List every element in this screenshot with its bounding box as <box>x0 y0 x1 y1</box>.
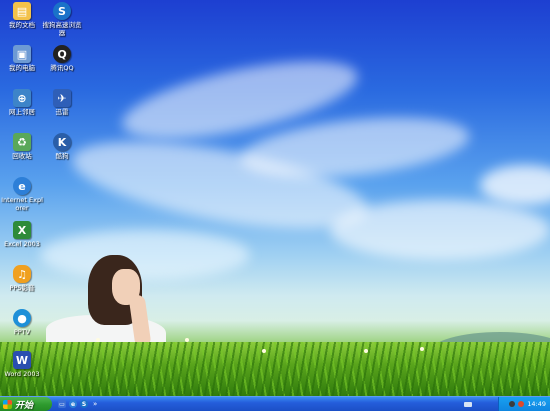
windows-flag-icon <box>3 399 12 409</box>
globe-icon: ● <box>13 309 31 327</box>
cloud <box>480 165 550 205</box>
cloud <box>330 200 550 260</box>
quick-launch-chevron[interactable]: » <box>93 400 97 408</box>
start-label: 开始 <box>15 400 34 411</box>
desktop-icon-qq[interactable]: Q 腾讯QQ <box>40 45 84 73</box>
pps-icon: ♫ <box>13 265 31 283</box>
keyboard-icon[interactable] <box>464 401 472 407</box>
desktop-icon-thunder[interactable]: ✈ 迅雷 <box>40 89 84 117</box>
wallpaper-girl <box>40 255 180 355</box>
internet-explorer-icon[interactable]: e <box>69 400 77 408</box>
start-button[interactable]: 开始 <box>0 397 52 411</box>
desktop-icon-my-computer[interactable]: ▣ 我的电脑 <box>0 45 44 73</box>
desktop-icon-pptv[interactable]: ● PPTV <box>0 309 44 337</box>
flower <box>185 338 189 342</box>
desktop-show-icon[interactable]: ▭ <box>58 400 66 408</box>
recycle-bin-icon: ♻ <box>13 133 31 151</box>
desktop-icon-kugou[interactable]: K 酷狗 <box>40 133 84 161</box>
icon-label: 网上邻居 <box>9 108 35 116</box>
tray-security-icon[interactable] <box>518 401 525 407</box>
tray-qq-icon[interactable] <box>509 401 516 407</box>
sogou-browser-icon[interactable]: S <box>80 400 88 408</box>
clock[interactable]: 14:49 <box>527 400 546 408</box>
folder-docs-icon: ▤ <box>13 2 31 20</box>
k-music-icon: K <box>53 133 71 151</box>
desktop-icon-browser[interactable]: S 搜狗高速浏览器 <box>40 2 84 37</box>
desktop-icon-recycle-bin[interactable]: ♻ 回收站 <box>0 133 44 161</box>
icon-label: 腾讯QQ <box>50 64 74 72</box>
excel-icon: X <box>13 221 31 239</box>
internet-explorer-icon: e <box>13 177 31 195</box>
network-icon: ⊕ <box>13 89 31 107</box>
sogou-browser-icon: S <box>53 2 71 20</box>
taskbar: 开始 ▭ e S » 14:49 <box>0 396 550 411</box>
icon-label: Excel 2003 <box>4 240 40 248</box>
desktop-icon-ie[interactable]: e Internet Explorer <box>0 177 44 212</box>
icon-label: PPS影音 <box>9 284 35 292</box>
desktop-icon-word[interactable]: W Word 2003 <box>0 351 44 379</box>
system-tray: 14:49 <box>498 397 550 411</box>
icon-label: 搜狗高速浏览器 <box>42 21 82 37</box>
computer-icon: ▣ <box>13 45 31 63</box>
icon-label: 迅雷 <box>55 108 69 116</box>
flower <box>262 349 266 353</box>
icon-label: Internet Explorer <box>1 196 43 212</box>
icon-label: 酷狗 <box>55 152 69 160</box>
desktop-icon-my-documents[interactable]: ▤ 我的文档 <box>0 2 44 30</box>
bird-icon: ✈ <box>53 89 71 107</box>
penguin-icon: Q <box>53 45 71 63</box>
desktop-icon-pps[interactable]: ♫ PPS影音 <box>0 265 44 293</box>
icon-label: 回收站 <box>12 152 32 160</box>
desktop-icon-network[interactable]: ⊕ 网上邻居 <box>0 89 44 117</box>
word-icon: W <box>13 351 31 369</box>
desktop: ▤ 我的文档 S 搜狗高速浏览器 ▣ 我的电脑 Q 腾讯QQ ⊕ 网上邻居 ✈ … <box>0 0 550 411</box>
icon-label: Word 2003 <box>4 370 40 378</box>
icon-label: 我的电脑 <box>9 64 35 72</box>
flower <box>364 349 368 353</box>
flower <box>96 338 100 342</box>
icon-label: PPTV <box>13 328 31 336</box>
flower <box>420 347 424 351</box>
desktop-icon-excel[interactable]: X Excel 2003 <box>0 221 44 249</box>
icon-label: 我的文档 <box>9 21 35 29</box>
quick-launch: ▭ e S » <box>58 400 97 408</box>
grass-field <box>0 342 550 397</box>
